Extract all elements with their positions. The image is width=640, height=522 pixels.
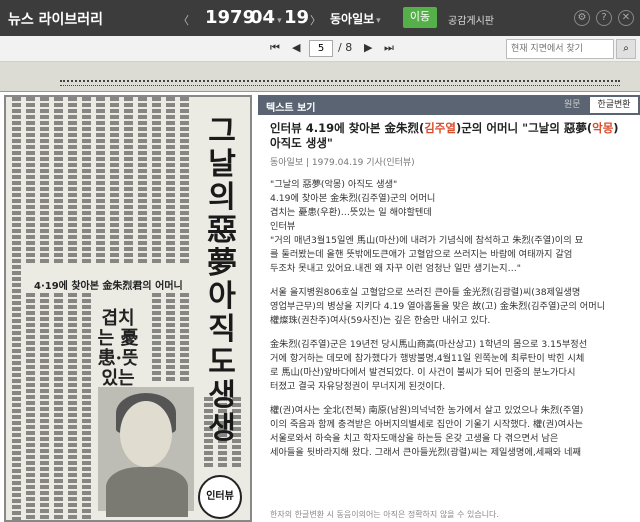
article-line: 영업부근무)의 병상을 지키다 4.19 열아홉돌을 맞은 故(고) 金朱烈(김… <box>270 301 606 312</box>
article-line: 두조차 못내고 있어요.내겐 왜 자꾸 이런 엄청난 일만 생기는지…" <box>270 263 522 274</box>
board-link[interactable]: 공감게시판 <box>448 12 494 27</box>
scan-column <box>40 293 49 520</box>
tab-original[interactable]: 원문 <box>564 98 581 113</box>
article-line: 서울 을지병원806호실 고혈압으로 쓰러진 큰아들 金光烈(김광렬)씨(38제… <box>270 287 581 298</box>
article-line: 權燦珠(권찬주)여사(59사진)는 깊은 한숨만 내쉬고 있다. <box>270 315 491 326</box>
scan-column <box>180 293 189 383</box>
scan-column <box>54 97 63 265</box>
text-view-title: 텍스트 보기 <box>266 103 316 114</box>
photo-face <box>120 401 172 467</box>
brand-title[interactable]: 뉴스 라이브러리 <box>8 9 103 29</box>
article-line: 거에 항거하는 데모에 참가했다가 행방불명,4월11일 왼쪽눈에 최루탄이 박… <box>270 353 585 364</box>
day-select[interactable]: 19 <box>284 7 309 28</box>
search-input[interactable] <box>506 39 614 59</box>
article-line: 서울로와서 하숙을 치고 학자도매상을 하는등 온갖 고생을 다 겪으면서 남은 <box>270 433 559 444</box>
scan-column <box>180 97 189 265</box>
prev-page-icon[interactable]: ◀ <box>292 41 300 54</box>
month-select[interactable]: 04 ▾ <box>250 7 282 28</box>
help-icon[interactable]: ? <box>596 10 612 26</box>
article-meta: 동아일보 | 1979.04.19 기사(인터뷰) <box>270 158 415 168</box>
scan-headline: 그날의 惡夢 아직도 생생 <box>207 114 237 446</box>
chevron-down-icon: ▾ <box>376 16 381 26</box>
close-icon[interactable]: ✕ <box>618 10 634 26</box>
scan-column <box>166 293 175 383</box>
top-bar: 뉴스 라이브러리 〈 1979 ▾ 04 ▾ 19 〉 동아일보 ▾ 이동 공감게시판… <box>0 0 640 36</box>
article-title: 인터뷰 4.19에 찾아본 金朱烈(김주열)군의 어머니 "그날의 惡夢(악몽)… <box>270 121 619 150</box>
next-day-icon[interactable]: 〉 <box>310 12 321 28</box>
scan-column <box>82 293 91 520</box>
first-page-icon[interactable]: ⏮ <box>270 41 280 55</box>
scan-column <box>68 97 77 265</box>
page-navigation: ⏮ ◀ 5 / 8 ▶ ⏭ ⌕ <box>0 36 640 62</box>
article-line: 인터뷰 <box>270 221 296 232</box>
conversion-note: 한자의 한글변환 시 동음이의어는 아직은 정확하지 않을 수 있습니다. <box>258 508 640 522</box>
scan-column <box>26 97 35 265</box>
newspaper-strip <box>0 62 640 92</box>
search-icon[interactable]: ⌕ <box>616 39 636 59</box>
article-line: 4.19에 찾아본 金朱烈(김주열)군의 어머니 <box>270 193 436 204</box>
scan-column <box>152 97 161 265</box>
tab-convert[interactable]: 한글변환 <box>590 97 638 113</box>
article-line: 金朱烈(김주열)군은 19년전 당시馬山商高(마산상고) 1학년의 몸으로 3.… <box>270 339 588 350</box>
article-line: 로 馬山(마산)앞바다에서 발견되었다. 이 사건이 불씨가 되어 민중의 분노… <box>270 367 576 378</box>
scan-column <box>40 97 49 265</box>
scan-column <box>124 97 133 265</box>
next-page-icon[interactable]: ▶ <box>364 41 372 54</box>
chevron-down-icon: ▾ <box>277 16 282 26</box>
article-line: 權(권)여사는 全北(전북) 南原(남원)의넉넉한 농가에서 살고 있었으나 朱… <box>270 405 584 416</box>
last-page-icon[interactable]: ⏭ <box>384 41 394 55</box>
article-line: 터졌고 결국 자유당정권이 무너지게 된것이다. <box>270 381 446 392</box>
prev-year-icon[interactable]: 〈 <box>178 12 189 28</box>
scan-column <box>12 97 21 520</box>
scan-column <box>110 97 119 265</box>
article-line: 겹치는 憂患(우환)…뜻있는 일 해야할텐데 <box>270 207 432 218</box>
text-view-header: 텍스트 보기 원문 한글변환 <box>258 95 640 115</box>
interview-badge: 인터뷰 <box>198 475 242 519</box>
scan-column <box>54 293 63 520</box>
scan-column <box>152 293 161 383</box>
total-pages: / 8 <box>338 41 353 54</box>
article-line: 이의 죽음과 함께 충격받은 아버지의별세로 집안이 기울기 시작했다. 權(권… <box>270 419 584 430</box>
article-text: "그날의 惡夢(악몽) 아직도 생생" 4.19에 찾아본 金朱烈(김주열)군의 … <box>270 178 630 460</box>
scan-column <box>96 97 105 265</box>
scan-column <box>166 97 175 265</box>
scan-subhead: 4·19에 찾아본 金朱烈君의 어머니 <box>34 281 183 292</box>
settings-icon[interactable]: ⚙ <box>574 10 590 26</box>
text-view-body: 인터뷰 4.19에 찾아본 金朱烈(김주열)군의 어머니 "그날의 惡夢(악몽)… <box>258 115 640 522</box>
article-line: 세아들을 뒷바라지해 왔다. 그래서 큰아들光烈(광렬)씨는 제일생명에,세째와… <box>270 447 581 458</box>
scan-column <box>26 293 35 520</box>
article-line: "거의 매년3월15일엔 馬山(마산)에 내려가 기념식에 참석하고 朱烈(주열… <box>270 235 584 246</box>
scan-column <box>68 293 77 520</box>
article-scan[interactable]: 그날의 惡夢 아직도 생생 4·19에 찾아본 金朱烈君의 어머니 겹치는 憂患… <box>4 95 252 522</box>
go-button[interactable]: 이동 <box>403 7 437 28</box>
strip-divider <box>60 80 620 86</box>
scan-column <box>138 97 147 265</box>
article-line: 를 둘러봤는데 올핸 뜻밖에도큰애가 고혈압으로 쓰러지는 바람에 여태까지 갈… <box>270 249 573 260</box>
portrait-photo <box>98 387 194 517</box>
newspaper-select[interactable]: 동아일보 ▾ <box>330 10 381 27</box>
article-line: "그날의 惡夢(악몽) 아직도 생생" <box>270 179 398 190</box>
page-number-input[interactable]: 5 <box>309 40 333 57</box>
photo-body <box>106 467 188 517</box>
scan-column <box>82 97 91 265</box>
